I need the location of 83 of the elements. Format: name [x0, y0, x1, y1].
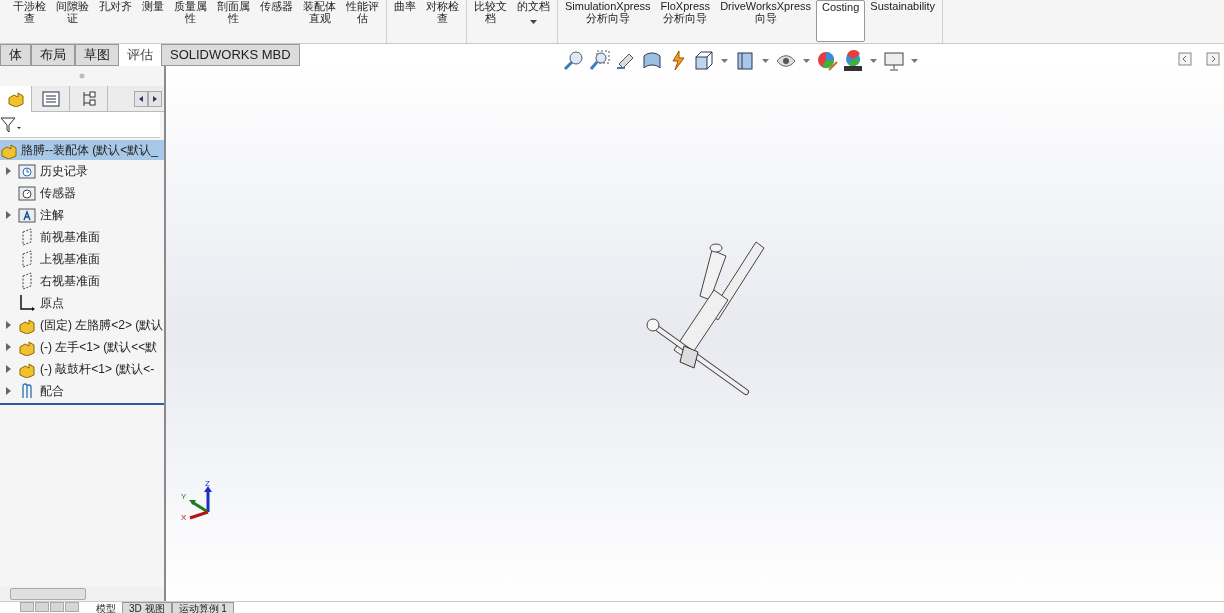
- ribbon-button[interactable]: 比较文 档: [469, 0, 512, 42]
- part-icon: [18, 316, 36, 334]
- scroll-right-button[interactable]: [148, 90, 162, 107]
- folder-gauge-icon: [18, 185, 36, 201]
- tree-item[interactable]: 传感器: [0, 182, 164, 204]
- plane-icon: [20, 228, 34, 246]
- monitor-icon[interactable]: [883, 50, 905, 72]
- axis-triad-drawing: Z Y X: [180, 480, 216, 520]
- panel-left-icon[interactable]: [1178, 52, 1192, 66]
- command-tab[interactable]: 布局: [31, 44, 75, 66]
- ribbon-button[interactable]: 剖面属 性: [212, 0, 255, 42]
- section-view-icon[interactable]: [641, 50, 663, 72]
- scroll-left-button[interactable]: [134, 90, 148, 107]
- expand-arrow-icon[interactable]: [5, 365, 11, 373]
- caret-icon[interactable]: [762, 59, 769, 63]
- panel-right-icon[interactable]: [1206, 52, 1220, 66]
- tree-item[interactable]: 历史记录: [0, 160, 164, 182]
- ribbon-button[interactable]: 测量: [137, 0, 169, 42]
- model-tab[interactable]: 3D 视图: [122, 602, 172, 613]
- ribbon-button[interactable]: 对称检 查: [421, 0, 464, 42]
- color-ball-icon[interactable]: [816, 50, 838, 72]
- tree-item[interactable]: 原点: [0, 292, 164, 314]
- part-icon: [18, 360, 36, 378]
- cube-icon[interactable]: [693, 50, 715, 72]
- grip-icon[interactable]: [79, 73, 85, 79]
- ribbon-button[interactable]: 的文档: [512, 0, 555, 42]
- horizontal-scrollbar[interactable]: [0, 587, 164, 601]
- model-tab[interactable]: 运动算例 1: [171, 602, 234, 613]
- expand-arrow-icon[interactable]: [5, 387, 11, 395]
- zoom-area-icon[interactable]: [589, 50, 611, 72]
- origin-icon: [18, 294, 36, 312]
- folder-letter-icon: [18, 207, 36, 223]
- part-icon: [6, 90, 25, 107]
- ribbon-button[interactable]: SimulationXpress 分析向导: [560, 0, 656, 42]
- tree-item[interactable]: (-) 左手<1> (默认<<默: [0, 336, 164, 358]
- scene-icon[interactable]: [842, 50, 864, 72]
- plane-icon: [20, 272, 34, 290]
- ribbon-button[interactable]: 性能评 估: [341, 0, 384, 42]
- ribbon-button[interactable]: Sustainability: [865, 0, 941, 42]
- ribbon-button[interactable]: 曲率: [389, 0, 421, 42]
- ribbon-button[interactable]: 装配体 直观: [298, 0, 341, 42]
- command-tab[interactable]: 草图: [75, 44, 119, 66]
- tree-item[interactable]: 注解: [0, 204, 164, 226]
- part-icon: [18, 338, 36, 356]
- command-tab[interactable]: 评估: [119, 44, 161, 66]
- ribbon-button[interactable]: Costing: [816, 0, 866, 42]
- caret-icon[interactable]: [721, 59, 728, 63]
- box-icon[interactable]: [734, 50, 756, 72]
- tree-root[interactable]: 胳膊--装配体 (默认<默认_: [0, 140, 164, 160]
- arrow-left-icon: [139, 95, 143, 102]
- tree-item[interactable]: 上视基准面: [0, 248, 164, 270]
- plane-icon: [20, 250, 34, 268]
- part-icon: [0, 141, 18, 159]
- ribbon-button[interactable]: 间隙验 证: [51, 0, 94, 42]
- caret-icon[interactable]: [803, 59, 810, 63]
- tree-item[interactable]: 前视基准面: [0, 226, 164, 248]
- command-tab[interactable]: 体: [0, 44, 31, 66]
- caret-icon[interactable]: [530, 20, 537, 24]
- scrollbar-thumb[interactable]: [10, 588, 86, 600]
- ribbon-button[interactable]: FloXpress 分析向导: [655, 0, 716, 42]
- tree-icon: [80, 89, 97, 108]
- ribbon-button[interactable]: 质量属 性: [169, 0, 212, 42]
- caret-icon[interactable]: [911, 59, 918, 63]
- folder-clock-icon: [18, 163, 36, 179]
- tree-item[interactable]: (-) 敲鼓杆<1> (默认<-: [0, 358, 164, 380]
- paperclip-icon: [19, 382, 35, 400]
- ribbon-button[interactable]: DriveWorksXpress 向导: [715, 0, 816, 42]
- arrow-right-icon: [153, 95, 157, 102]
- expand-arrow-icon[interactable]: [5, 321, 11, 329]
- expand-arrow-icon[interactable]: [5, 211, 11, 219]
- zoom-fit-icon[interactable]: [563, 50, 585, 72]
- caret-icon[interactable]: [870, 59, 877, 63]
- list-icon: [41, 90, 60, 107]
- expand-arrow-icon[interactable]: [5, 167, 11, 175]
- ribbon-button[interactable]: 传感器: [255, 0, 298, 42]
- tree-item[interactable]: 右视基准面: [0, 270, 164, 292]
- ribbon-button[interactable]: 孔对齐: [94, 0, 137, 42]
- tree-item[interactable]: (固定) 左胳膊<2> (默认: [0, 314, 164, 336]
- tree-item[interactable]: 配合: [0, 380, 164, 402]
- filter-icon[interactable]: [0, 116, 22, 133]
- command-tab[interactable]: SOLIDWORKS MBD: [161, 44, 300, 66]
- ribbon-button[interactable]: 干涉检 查: [8, 0, 51, 42]
- expand-arrow-icon[interactable]: [5, 343, 11, 351]
